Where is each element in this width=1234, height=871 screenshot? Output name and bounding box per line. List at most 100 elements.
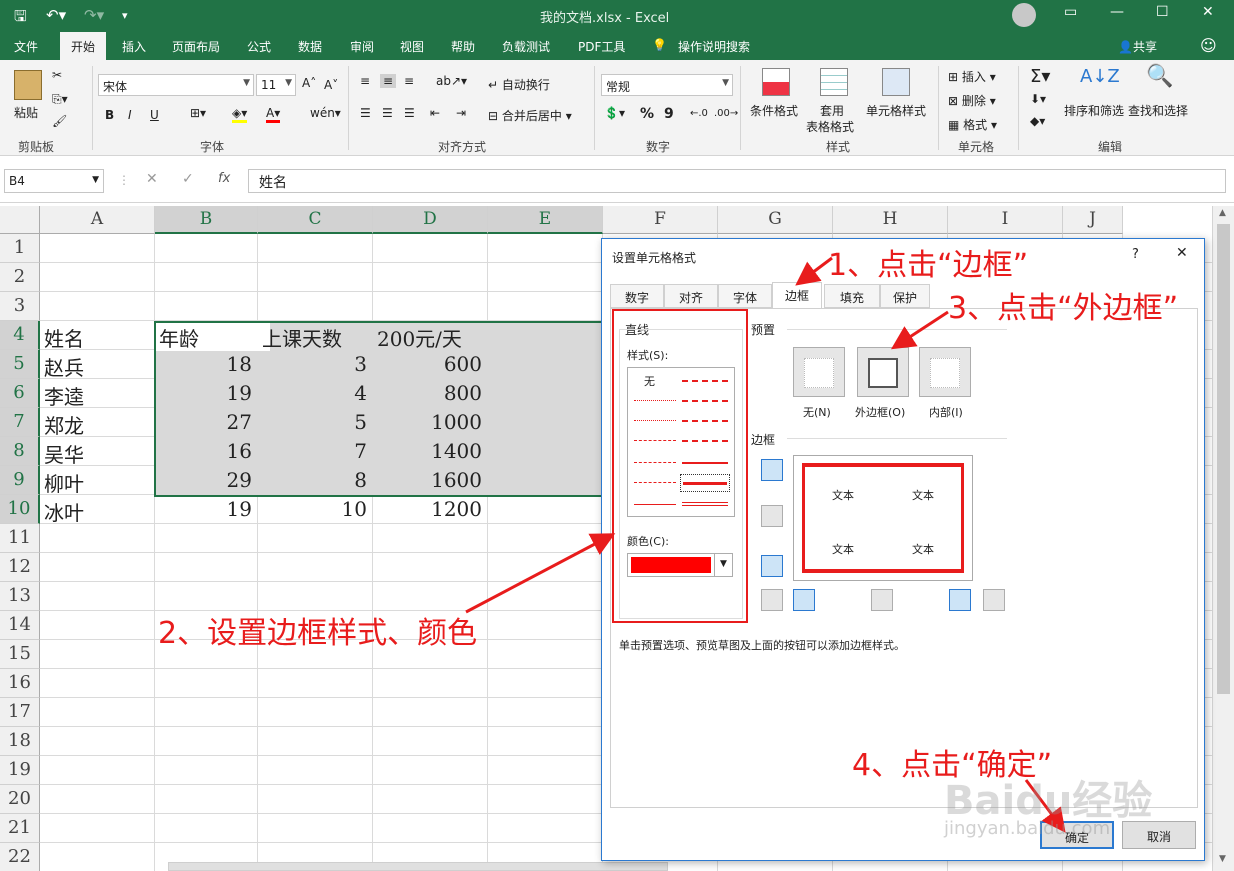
tab-home[interactable]: 开始 — [60, 32, 106, 60]
confirm-entry-icon[interactable]: ✓ — [182, 171, 194, 187]
delete-cells-button[interactable]: ⊠ 删除 ▾ — [948, 92, 996, 109]
row-header-16[interactable]: 16 — [0, 669, 40, 698]
column-header-h[interactable]: H — [833, 206, 948, 234]
close-icon[interactable]: ✕ — [1176, 245, 1188, 261]
formula-input[interactable]: 姓名 — [248, 169, 1226, 193]
decrease-decimal-icon[interactable]: .00→ — [714, 108, 738, 119]
orientation-icon[interactable]: ab↗▾ — [436, 74, 467, 88]
tab-file[interactable]: 文件 — [14, 38, 38, 55]
row-header-17[interactable]: 17 — [0, 698, 40, 727]
tab-help[interactable]: 帮助 — [451, 38, 475, 55]
column-header-b[interactable]: B — [155, 206, 258, 234]
tab-data[interactable]: 数据 — [298, 38, 322, 55]
data-cell[interactable]: 18 — [155, 350, 256, 379]
row-header-3[interactable]: 3 — [0, 292, 40, 321]
data-cell[interactable]: 1400 — [373, 437, 486, 466]
row-header-13[interactable]: 13 — [0, 582, 40, 611]
sort-filter-icon[interactable]: A↓Z — [1080, 66, 1120, 87]
row-header-2[interactable]: 2 — [0, 263, 40, 292]
header-cell[interactable]: 上课天数 — [258, 321, 371, 350]
align-top-icon[interactable]: ≡ — [360, 74, 370, 88]
wrap-text-button[interactable]: ↵ 自动换行 — [488, 76, 550, 93]
tab-number[interactable]: 数字 — [610, 284, 664, 308]
conditional-format-button[interactable]: 条件格式 — [750, 102, 798, 119]
clear-icon[interactable]: ◆▾ — [1030, 114, 1045, 128]
data-cell[interactable]: 郑龙 — [40, 408, 153, 437]
cut-icon[interactable]: ✂ — [52, 68, 62, 82]
underline-button[interactable]: U — [150, 108, 159, 122]
format-cells-button[interactable]: ▦ 格式 ▾ — [948, 116, 997, 133]
comma-button[interactable]: 9 — [664, 106, 674, 122]
data-cell[interactable]: 1200 — [373, 495, 486, 524]
column-header-j[interactable]: J — [1063, 206, 1123, 234]
border-bottom-button[interactable] — [761, 555, 783, 577]
paste-button[interactable]: 粘贴 — [14, 104, 38, 121]
data-cell[interactable]: 李逵 — [40, 379, 153, 408]
name-box[interactable]: B4 ▼ — [4, 169, 104, 193]
row-header-10[interactable]: 10 — [0, 495, 40, 524]
phonetic-icon[interactable]: wén▾ — [310, 106, 341, 120]
data-cell[interactable]: 800 — [373, 379, 486, 408]
data-cell[interactable]: 16 — [155, 437, 256, 466]
close-window-icon[interactable]: ✕ — [1202, 4, 1214, 20]
border-right-button[interactable] — [949, 589, 971, 611]
row-header-4[interactable]: 4 — [0, 321, 40, 350]
row-header-22[interactable]: 22 — [0, 843, 40, 871]
row-header-9[interactable]: 9 — [0, 466, 40, 495]
scroll-up-icon[interactable]: ▲ — [1219, 208, 1226, 218]
smiley-icon[interactable]: ☺ — [1200, 36, 1217, 55]
border-top-button[interactable] — [761, 459, 783, 481]
avatar[interactable] — [1012, 3, 1036, 27]
data-cell[interactable]: 1000 — [373, 408, 486, 437]
tab-page-layout[interactable]: 页面布局 — [172, 38, 220, 55]
customize-icon[interactable]: ▾ — [122, 9, 128, 22]
bold-button[interactable]: B — [105, 108, 114, 122]
tell-me-search[interactable]: 操作说明搜索 — [678, 38, 750, 55]
column-header-c[interactable]: C — [258, 206, 373, 234]
preset-outline-button[interactable] — [857, 347, 909, 397]
shrink-font-icon[interactable]: A˅ — [324, 78, 338, 92]
maximize-icon[interactable]: ☐ — [1156, 4, 1169, 20]
row-header-7[interactable]: 7 — [0, 408, 40, 437]
tab-review[interactable]: 审阅 — [350, 38, 374, 55]
border-middle-v-button[interactable] — [871, 589, 893, 611]
decrease-indent-icon[interactable]: ⇤ — [430, 106, 440, 120]
autosum-icon[interactable]: Σ▾ — [1030, 66, 1050, 87]
format-table-label-2[interactable]: 表格格式 — [806, 118, 854, 135]
number-format-select[interactable]: 常规 ▼ — [601, 74, 733, 96]
column-header-g[interactable]: G — [718, 206, 833, 234]
data-cell[interactable]: 19 — [155, 379, 256, 408]
format-table-icon[interactable] — [820, 68, 848, 96]
tab-protection[interactable]: 保护 — [880, 284, 930, 308]
search-icon[interactable]: 🔍 — [1146, 64, 1173, 89]
data-cell[interactable]: 4 — [258, 379, 371, 408]
cancel-entry-icon[interactable]: ✕ — [146, 171, 158, 187]
row-header-1[interactable]: 1 — [0, 234, 40, 263]
cell-styles-button[interactable]: 单元格样式 — [866, 102, 926, 119]
data-cell[interactable]: 柳叶 — [40, 466, 153, 495]
border-middle-h-button[interactable] — [761, 505, 783, 527]
conditional-format-icon[interactable] — [762, 68, 790, 96]
vertical-scrollbar[interactable]: ▲ ▼ — [1212, 206, 1234, 871]
data-cell[interactable]: 5 — [258, 408, 371, 437]
row-header-20[interactable]: 20 — [0, 785, 40, 814]
italic-button[interactable]: I — [128, 108, 132, 122]
select-all-corner[interactable] — [0, 206, 40, 234]
data-cell[interactable]: 19 — [155, 495, 256, 524]
tab-font[interactable]: 字体 — [718, 284, 772, 308]
row-header-19[interactable]: 19 — [0, 756, 40, 785]
header-cell[interactable]: 200元/天 — [373, 321, 486, 350]
row-header-14[interactable]: 14 — [0, 611, 40, 640]
font-color-icon[interactable]: A▾ — [266, 106, 281, 123]
format-table-label-1[interactable]: 套用 — [820, 102, 844, 119]
borders-icon[interactable]: ⊞▾ — [190, 106, 206, 120]
column-header-f[interactable]: F — [603, 206, 718, 234]
tab-pdf[interactable]: PDF工具 — [578, 38, 625, 55]
data-cell[interactable]: 3 — [258, 350, 371, 379]
fill-color-icon[interactable]: ◈▾ — [232, 106, 248, 123]
row-header-11[interactable]: 11 — [0, 524, 40, 553]
insert-function-icon[interactable]: fx — [218, 171, 230, 186]
undo-icon[interactable]: ↶▾ — [46, 6, 66, 24]
tab-insert[interactable]: 插入 — [122, 38, 146, 55]
tab-fill[interactable]: 填充 — [824, 284, 880, 308]
